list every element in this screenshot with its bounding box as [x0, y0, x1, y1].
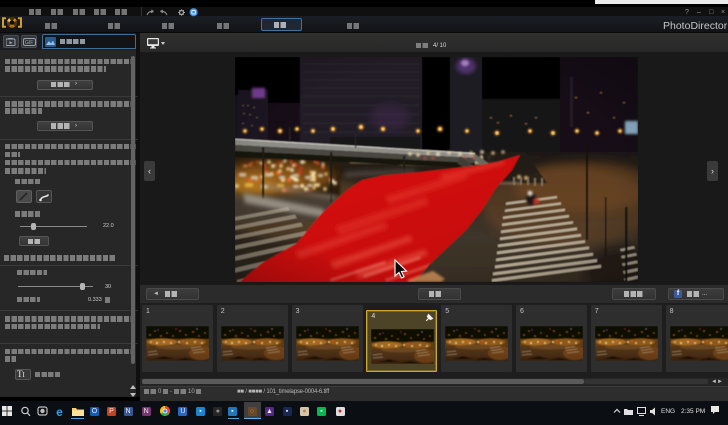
svg-text:GIF: GIF [25, 40, 33, 46]
